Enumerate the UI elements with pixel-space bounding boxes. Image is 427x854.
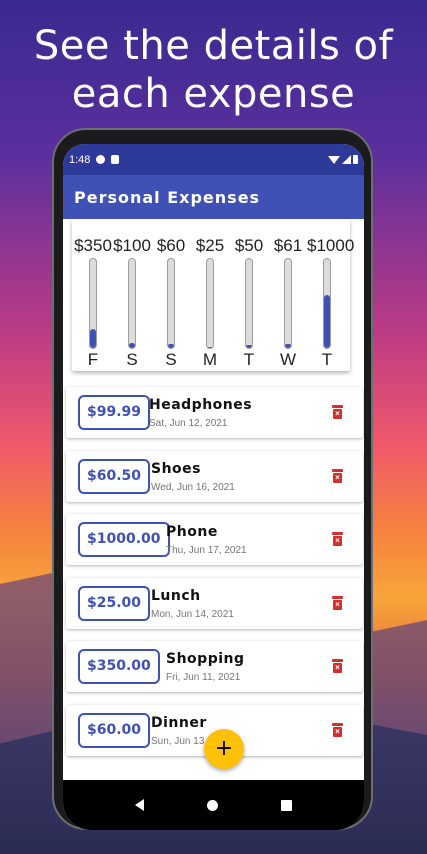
expense-item[interactable]: $99.99 Headphones Sat, Jun 12, 2021 × bbox=[66, 387, 363, 438]
expense-title: Phone bbox=[166, 524, 218, 540]
bar-fill bbox=[246, 345, 252, 348]
bar-track bbox=[89, 258, 97, 349]
bar-day-label: T bbox=[321, 350, 333, 369]
bar-fill bbox=[90, 329, 96, 348]
bar-day-label: F bbox=[87, 350, 99, 369]
phone-screen: 1:48 Personal Expenses $350 F $100 S $60 S $25… bbox=[63, 144, 364, 830]
sd-card-icon bbox=[111, 155, 120, 164]
bar-amount-label: $61 bbox=[273, 236, 303, 255]
notification-icon bbox=[96, 155, 106, 164]
headline-line-1: See the details of bbox=[33, 23, 394, 69]
delete-icon[interactable]: × bbox=[332, 469, 343, 483]
recents-icon[interactable] bbox=[281, 799, 293, 811]
delete-icon[interactable]: × bbox=[332, 405, 343, 419]
back-icon[interactable] bbox=[134, 799, 144, 811]
home-icon[interactable] bbox=[206, 799, 218, 811]
promo-headline: See the details of each expense bbox=[0, 22, 427, 118]
bar-track bbox=[323, 258, 331, 349]
expense-price: $60.50 bbox=[78, 459, 151, 494]
app-title: Personal Expenses bbox=[74, 187, 261, 207]
bar-track bbox=[245, 258, 253, 349]
bar-day-label: S bbox=[126, 350, 138, 369]
app-bar: Personal Expenses bbox=[63, 175, 364, 219]
bar-track bbox=[284, 258, 292, 349]
system-nav-bar bbox=[63, 780, 364, 830]
expense-item[interactable]: $350.00 Shopping Fri, Jun 11, 2021 × bbox=[66, 641, 363, 692]
status-time: 1:48 bbox=[69, 153, 91, 166]
expense-date: Mon, Jun 14, 2021 bbox=[151, 609, 234, 620]
expense-price: $99.99 bbox=[78, 395, 151, 430]
expense-price: $60.00 bbox=[78, 713, 151, 748]
delete-icon[interactable]: × bbox=[332, 532, 343, 546]
bar-day-label: S bbox=[165, 350, 177, 369]
headline-line-2: each expense bbox=[71, 71, 356, 117]
delete-icon[interactable]: × bbox=[332, 596, 343, 610]
bar-track bbox=[128, 258, 136, 349]
expense-date: Sat, Jun 12, 2021 bbox=[149, 418, 228, 429]
expense-title: Shopping bbox=[166, 651, 245, 667]
bar-amount-label: $50 bbox=[234, 236, 264, 255]
bar-amount-label: $1000 bbox=[307, 236, 355, 255]
expense-date: Wed, Jun 16, 2021 bbox=[151, 482, 235, 493]
bar-amount-label: $60 bbox=[156, 236, 186, 255]
bar-amount-label: $350 bbox=[74, 236, 112, 255]
status-bar: 1:48 bbox=[63, 144, 364, 175]
delete-icon[interactable]: × bbox=[332, 659, 343, 673]
expense-date: Thu, Jun 17, 2021 bbox=[166, 545, 247, 556]
bar-fill bbox=[207, 346, 213, 348]
add-icon: + bbox=[214, 736, 234, 761]
expense-price: $350.00 bbox=[78, 649, 160, 684]
bar-day-label: T bbox=[243, 350, 255, 369]
bar-fill bbox=[168, 344, 174, 348]
bar-fill bbox=[324, 294, 330, 348]
expense-date: Fri, Jun 11, 2021 bbox=[166, 672, 241, 683]
wifi-icon bbox=[328, 155, 340, 164]
bar-amount-label: $25 bbox=[195, 236, 225, 255]
bar-track bbox=[206, 258, 214, 349]
bar-day-label: M bbox=[202, 350, 218, 369]
expense-item[interactable]: $25.00 Lunch Mon, Jun 14, 2021 × bbox=[66, 578, 363, 629]
phone-frame: 1:48 Personal Expenses $350 F $100 S $60 S $25… bbox=[52, 128, 373, 830]
delete-icon[interactable]: × bbox=[332, 723, 343, 737]
expense-title: Shoes bbox=[151, 461, 201, 477]
expense-price: $25.00 bbox=[78, 586, 151, 621]
weekly-chart: $350 F $100 S $60 S $25 M $50 T $61 W $1000 T bbox=[72, 219, 355, 371]
expense-title: Headphones bbox=[149, 397, 253, 413]
expense-item[interactable]: $1000.00 Phone Thu, Jun 17, 2021 × bbox=[66, 514, 363, 565]
battery-icon bbox=[353, 155, 358, 164]
bar-track bbox=[167, 258, 175, 349]
expense-price: $1000.00 bbox=[78, 522, 170, 557]
expense-item[interactable]: $60.50 Shoes Wed, Jun 16, 2021 × bbox=[66, 451, 363, 502]
bar-fill bbox=[129, 342, 135, 348]
bar-amount-label: $100 bbox=[113, 236, 151, 255]
expense-title: Lunch bbox=[151, 588, 201, 604]
bar-fill bbox=[285, 344, 291, 348]
expense-title: Dinner bbox=[151, 715, 207, 731]
add-expense-button[interactable]: + bbox=[204, 729, 244, 769]
bar-day-label: W bbox=[279, 350, 297, 369]
signal-icon bbox=[342, 155, 351, 164]
